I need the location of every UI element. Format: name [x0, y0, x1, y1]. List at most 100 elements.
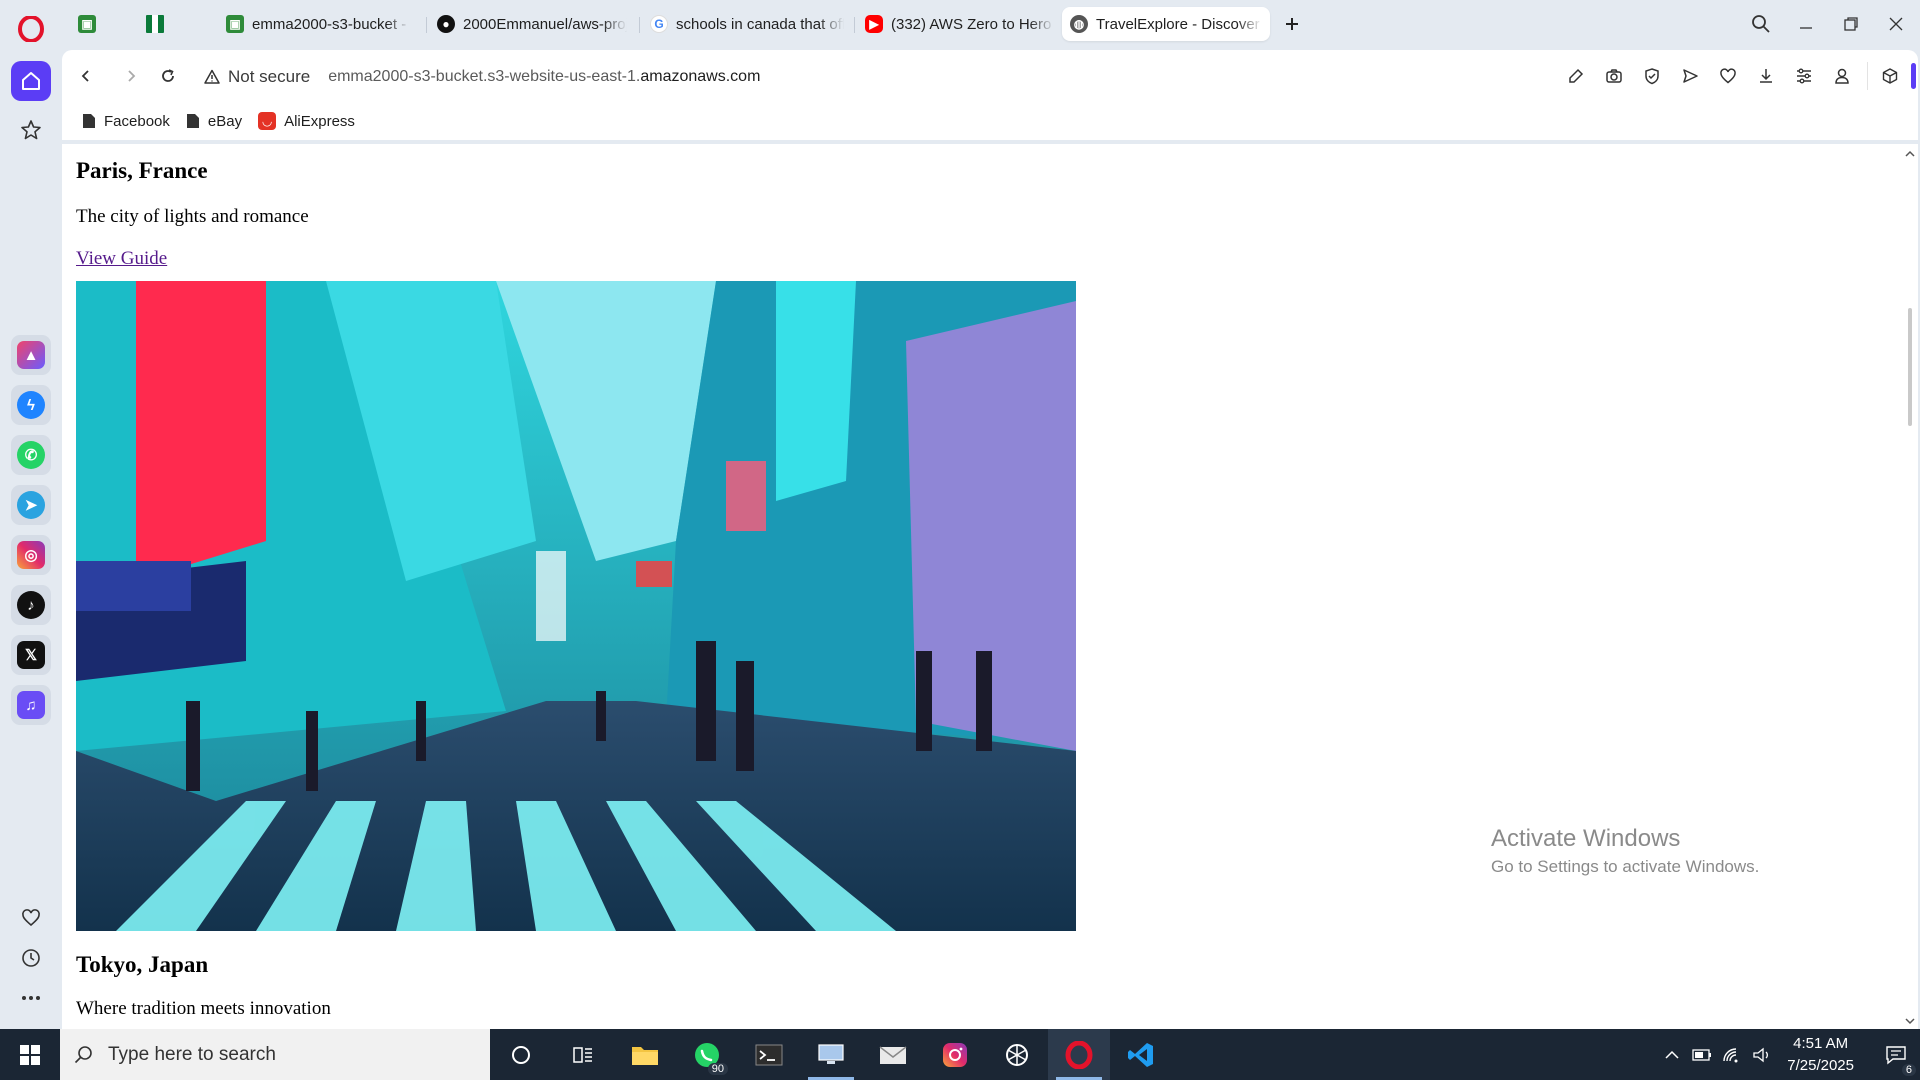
- github-icon: ●: [437, 15, 455, 33]
- taskbar-search[interactable]: Type here to search: [60, 1029, 490, 1080]
- user-icon: [1835, 68, 1849, 84]
- home-button[interactable]: [11, 61, 51, 101]
- url-host-main: amazonaws.com: [640, 68, 761, 85]
- ellipsis-icon: [22, 996, 40, 1000]
- warning-triangle-icon[interactable]: [204, 69, 220, 85]
- clock-date: 7/25/2025: [1787, 1056, 1854, 1074]
- scroll-down-icon[interactable]: [1905, 1017, 1915, 1025]
- instagram-icon: [943, 1042, 967, 1067]
- tab-github[interactable]: ● 2000Emmanuel/aws-proje: [429, 7, 635, 41]
- network-button[interactable]: [1717, 1029, 1747, 1080]
- chatgpt-button[interactable]: [986, 1029, 1048, 1080]
- close-icon: [1889, 17, 1903, 31]
- easy-setup-button[interactable]: [1785, 62, 1823, 90]
- tab-search-button[interactable]: [1746, 10, 1776, 38]
- x-icon: 𝕏: [17, 641, 45, 669]
- bookmark-label: eBay: [207, 112, 243, 130]
- tiktok-button[interactable]: ♪: [11, 585, 51, 625]
- tab-title: schools in canada that offe: [676, 15, 844, 33]
- tab-travelexplore[interactable]: ◍ TravelExplore - Discover Yo: [1062, 7, 1270, 41]
- reload-button[interactable]: [154, 62, 182, 90]
- extensions-button[interactable]: [1867, 62, 1911, 90]
- clock[interactable]: 4:51 AM 7/25/2025: [1787, 1033, 1854, 1077]
- reload-icon: [162, 69, 174, 82]
- edit-icon: [1569, 68, 1584, 83]
- scrollbar-thumb[interactable]: [1908, 308, 1912, 426]
- opera-taskbar-button[interactable]: [1048, 1029, 1110, 1080]
- minimize-button[interactable]: [1791, 10, 1821, 38]
- profile-button[interactable]: [1823, 62, 1861, 90]
- security-label[interactable]: Not secure: [228, 67, 310, 87]
- close-button[interactable]: [1881, 10, 1911, 38]
- instagram-icon: ◎: [17, 541, 45, 569]
- bookmark-aliexpress[interactable]: ◡ AliExpress: [258, 112, 355, 130]
- tab-pinned-s3[interactable]: ▣: [70, 7, 130, 41]
- tab-pinned-flag[interactable]: [138, 7, 198, 41]
- forward-button[interactable]: [117, 62, 145, 90]
- start-button[interactable]: [0, 1029, 60, 1080]
- new-tab-button[interactable]: [1277, 10, 1307, 38]
- telegram-button[interactable]: ➤: [11, 485, 51, 525]
- cube-icon: [1882, 68, 1897, 84]
- snapshot-button[interactable]: [1595, 62, 1633, 90]
- chevron-up-icon: [1665, 1050, 1679, 1059]
- whatsapp-unread-badge: 90: [707, 1063, 728, 1075]
- mail-button[interactable]: [862, 1029, 924, 1080]
- task-view-button[interactable]: [552, 1029, 614, 1080]
- tab-title: 2000Emmanuel/aws-proje: [463, 15, 627, 33]
- restore-button[interactable]: [1836, 10, 1866, 38]
- whatsapp-button[interactable]: ✆: [11, 435, 51, 475]
- ad-blocker-button[interactable]: [1633, 62, 1671, 90]
- more-button[interactable]: [11, 978, 51, 1018]
- edit-page-button[interactable]: [1557, 62, 1595, 90]
- computer-icon: [818, 1043, 844, 1064]
- heart-icon: [1720, 68, 1736, 84]
- battery-button[interactable]: [1687, 1029, 1717, 1080]
- vscode-button[interactable]: [1110, 1029, 1172, 1080]
- page-scrollbar[interactable]: [1900, 146, 1918, 1029]
- instagram-taskbar-button[interactable]: [924, 1029, 986, 1080]
- mail-icon: [879, 1045, 907, 1064]
- bookmark-ebay[interactable]: eBay: [186, 113, 242, 130]
- tab-title: TravelExplore - Discover Yo: [1096, 15, 1262, 33]
- download-icon: [1760, 69, 1772, 83]
- x-twitter-button[interactable]: 𝕏: [11, 635, 51, 675]
- file-explorer-button[interactable]: [614, 1029, 676, 1080]
- music-player-button[interactable]: ♫: [11, 685, 51, 725]
- bookmarks-sidebar-button[interactable]: [11, 110, 51, 150]
- scroll-up-icon[interactable]: [1905, 150, 1915, 158]
- notifications-button[interactable]: 6: [1872, 1029, 1920, 1080]
- url-host-prefix: emma2000-s3-bucket.s3-website-us-east-1.: [328, 68, 641, 85]
- clock-time: 4:51 AM: [1793, 1034, 1849, 1052]
- destination-title: Tokyo, Japan: [76, 952, 209, 977]
- tab-s3-bucket[interactable]: ▣ emma2000-s3-bucket - S3: [218, 7, 418, 41]
- volume-button[interactable]: [1747, 1029, 1777, 1080]
- opera-logo-icon[interactable]: [14, 12, 48, 46]
- tab-google-search[interactable]: G schools in canada that offe: [642, 7, 852, 41]
- flow-button[interactable]: [1671, 62, 1709, 90]
- tab-title: (332) AWS Zero to Hero -: [891, 15, 1054, 33]
- cortana-button[interactable]: [490, 1029, 552, 1080]
- show-hidden-icons-button[interactable]: [1657, 1029, 1687, 1080]
- downloads-button[interactable]: [1747, 62, 1785, 90]
- telegram-icon: ➤: [17, 491, 45, 519]
- view-guide-link[interactable]: View Guide: [76, 248, 167, 270]
- page-viewport: Paris, France The city of lights and rom…: [62, 146, 1918, 1029]
- history-button[interactable]: [11, 938, 51, 978]
- back-button[interactable]: [72, 62, 100, 90]
- whatsapp-taskbar-button[interactable]: 90: [676, 1029, 738, 1080]
- remote-desktop-button[interactable]: [800, 1029, 862, 1080]
- youtube-icon: ▶: [865, 15, 883, 33]
- aria-ai-button[interactable]: ▲: [11, 335, 51, 375]
- messenger-button[interactable]: ϟ: [11, 385, 51, 425]
- favorite-page-button[interactable]: [1709, 62, 1747, 90]
- tab-youtube[interactable]: ▶ (332) AWS Zero to Hero -: [857, 7, 1062, 41]
- instagram-button[interactable]: ◎: [11, 535, 51, 575]
- favorites-button[interactable]: [11, 898, 51, 938]
- back-arrow-icon: [81, 70, 89, 82]
- terminal-button[interactable]: [738, 1029, 800, 1080]
- windows-logo-icon: [20, 1044, 40, 1065]
- url-field[interactable]: Not secure emma2000-s3-bucket.s3-website…: [204, 64, 760, 90]
- bookmark-label: AliExpress: [284, 112, 355, 130]
- bookmark-facebook[interactable]: Facebook: [82, 113, 170, 130]
